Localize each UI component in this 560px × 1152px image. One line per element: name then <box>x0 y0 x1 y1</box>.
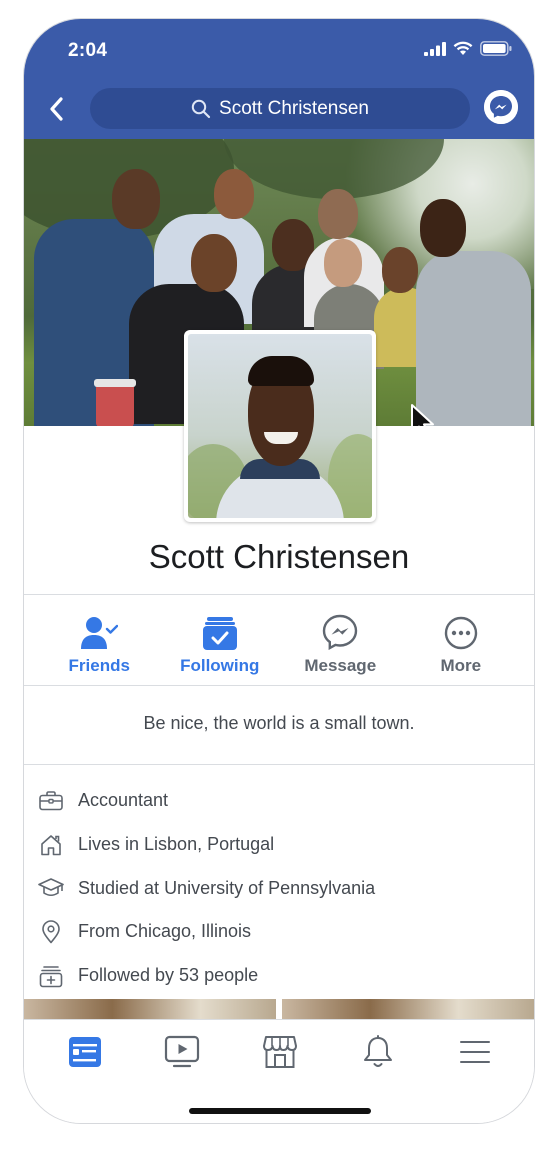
menu-icon <box>460 1041 491 1063</box>
about-text: Followed by 53 people <box>78 965 259 986</box>
about-item-current-city: Lives in Lisbon, Portugal <box>38 823 518 867</box>
home-icon <box>41 834 61 855</box>
divider <box>24 594 534 595</box>
watch-icon <box>165 1035 200 1068</box>
friends-label: Friends <box>68 656 130 675</box>
battery-icon <box>480 41 512 56</box>
more-dots-icon <box>444 616 477 650</box>
more-label: More <box>440 656 482 675</box>
status-time: 2:04 <box>68 40 108 61</box>
following-button[interactable]: Following <box>160 606 281 686</box>
profile-name: Scott Christensen <box>148 538 410 575</box>
search-icon <box>191 99 211 118</box>
tab-news-feed[interactable] <box>36 1030 134 1074</box>
messenger-icon <box>484 90 518 124</box>
about-list: Accountant Lives in Lisbon, Portugal Stu… <box>38 779 518 997</box>
about-item-work: Accountant <box>38 779 518 823</box>
message-label: Message <box>304 656 377 675</box>
bottom-tab-bar <box>24 1019 534 1123</box>
cooler <box>94 379 136 426</box>
tab-menu[interactable] <box>426 1030 524 1074</box>
location-pin-icon <box>42 920 60 944</box>
about-item-education: Studied at University of Pennsylvania <box>38 866 518 910</box>
search-bar[interactable]: Scott Christensen <box>90 88 470 129</box>
notifications-icon <box>363 1035 392 1067</box>
about-text: Accountant <box>78 790 169 811</box>
home-indicator[interactable] <box>189 1108 371 1114</box>
divider <box>24 764 534 765</box>
about-item-hometown: From Chicago, Illinois <box>38 910 518 954</box>
tab-marketplace[interactable] <box>231 1030 329 1074</box>
back-button[interactable] <box>44 95 68 123</box>
wifi-icon <box>453 41 473 55</box>
messenger-icon <box>323 614 358 650</box>
profile-picture[interactable] <box>184 330 376 522</box>
chevron-left-icon <box>50 97 63 121</box>
photo-thumbnail[interactable] <box>282 999 534 1021</box>
friends-check-icon <box>81 617 119 649</box>
marketplace-icon <box>262 1036 297 1068</box>
top-navigation-bar: 2:04 Scott Christensen <box>24 19 534 139</box>
search-query-text: Scott Christensen <box>219 97 369 119</box>
photo-thumbnail[interactable] <box>24 999 276 1021</box>
more-button[interactable]: More <box>401 606 522 686</box>
about-text: From Chicago, Illinois <box>78 921 252 942</box>
following-label: Following <box>180 656 260 675</box>
message-button[interactable]: Message <box>280 606 401 686</box>
profile-actions: Friends Following Message More <box>39 606 521 686</box>
phone-screen: 2:04 Scott Christensen Scott Christensen… <box>23 18 535 1124</box>
about-text: Studied at University of Pennsylvania <box>78 877 376 898</box>
photo-grid-preview[interactable] <box>24 999 534 1021</box>
graduation-cap-icon <box>38 878 64 897</box>
tab-notifications[interactable] <box>329 1030 427 1074</box>
mouse-pointer-icon <box>411 404 434 426</box>
about-text: Lives in Lisbon, Portugal <box>78 834 275 855</box>
tab-watch[interactable] <box>134 1030 232 1074</box>
friends-button[interactable]: Friends <box>39 606 160 686</box>
briefcase-icon <box>39 791 63 811</box>
news-feed-icon <box>68 1037 101 1067</box>
profile-bio: Be nice, the world is a small town. <box>143 713 415 733</box>
followers-icon <box>39 965 63 987</box>
about-item-followers[interactable]: Followed by 53 people <box>38 954 518 998</box>
divider <box>24 685 534 686</box>
messenger-button[interactable] <box>484 90 518 124</box>
following-check-icon <box>202 617 237 650</box>
signal-icon <box>424 41 446 56</box>
profile-picture-image <box>188 334 372 518</box>
status-icons <box>424 41 512 56</box>
